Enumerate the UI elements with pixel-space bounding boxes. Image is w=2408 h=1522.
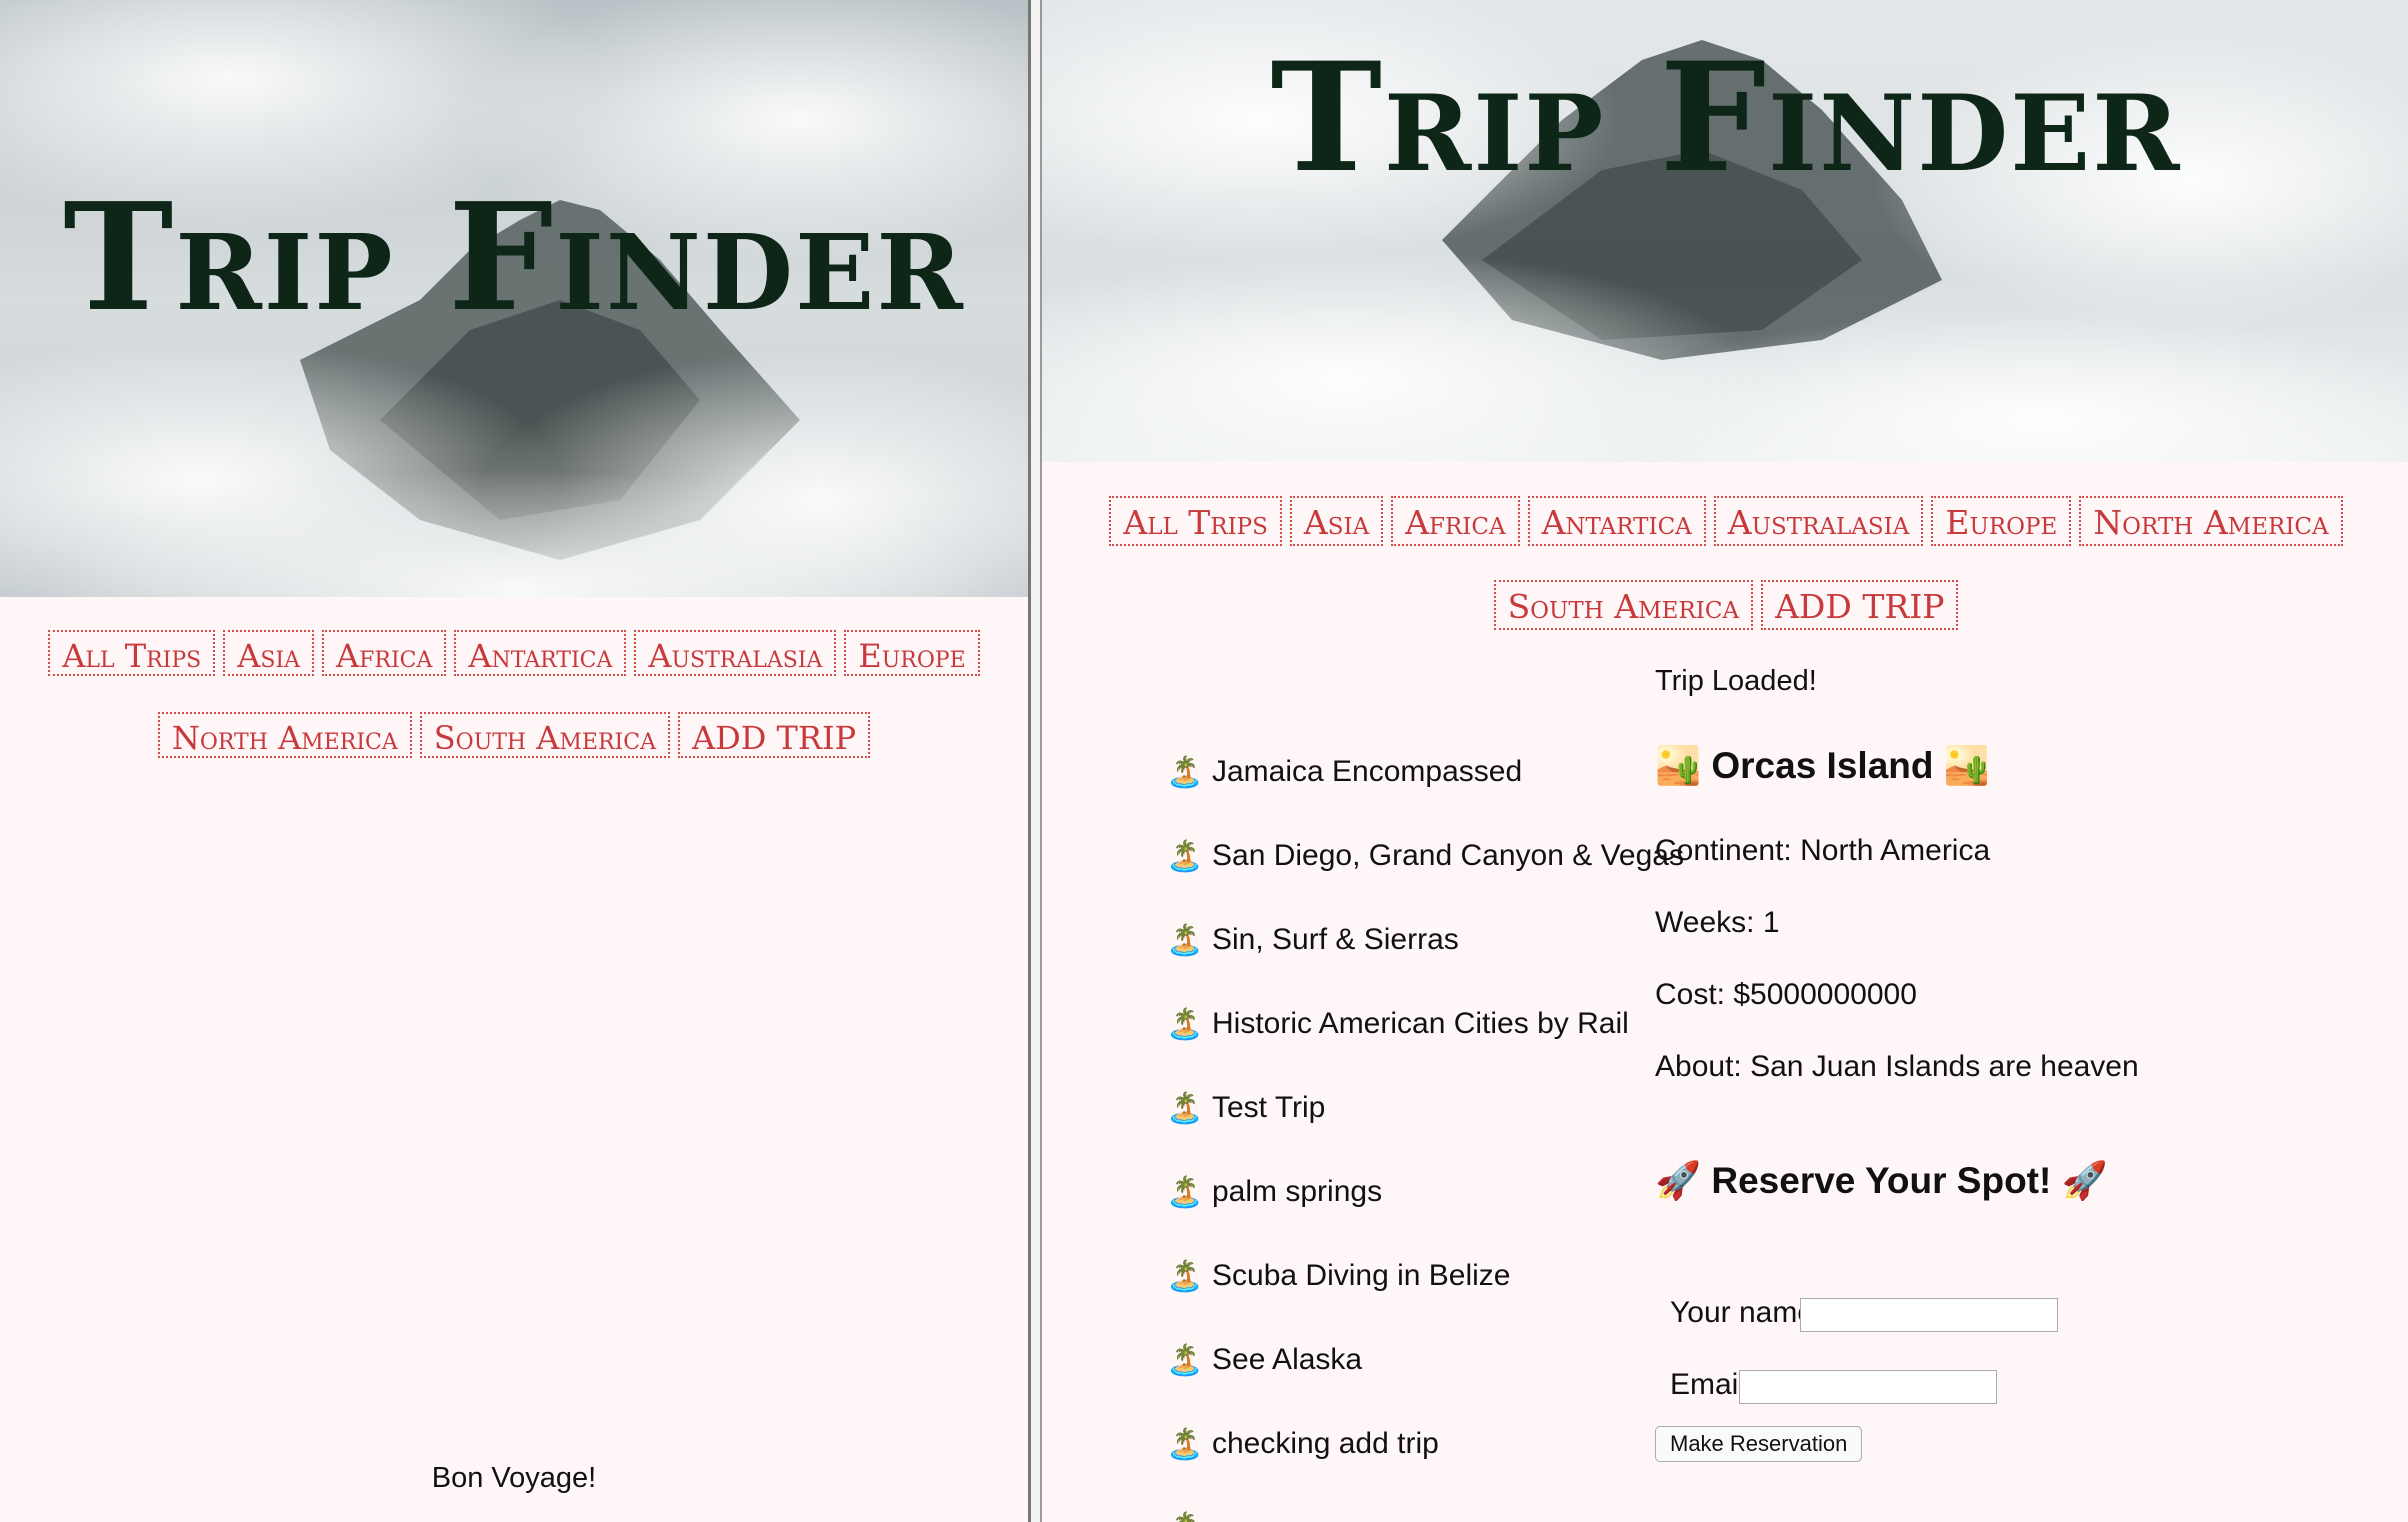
island-icon: 🏝️ — [1166, 840, 1204, 873]
trip-list-item[interactable]: 🏝️ Test Trip — [1166, 1091, 1684, 1175]
trip-list-item[interactable]: 🏝️ Sin, Surf & Sierras — [1166, 923, 1684, 1007]
nav-row-2: South America ADD TRIP — [1042, 580, 2408, 630]
nav-north-america[interactable]: North America — [157, 712, 412, 758]
trip-list: 🏝️ Jamaica Encompassed 🏝️ San Diego, Grand… — [1166, 755, 1684, 1522]
reserve-heading: 🚀 Reserve Your Spot! 🚀 — [1655, 1160, 2108, 1203]
page-title: Trip Finder — [1270, 30, 2182, 206]
nav-add-trip[interactable]: ADD TRIP — [677, 712, 871, 758]
trip-list-item[interactable]: 🏝️ — [1166, 1511, 1684, 1522]
right-window: Trip Finder All Trips Asia Africa Antartica… — [1040, 0, 2408, 1522]
island-icon: 🏝️ — [1166, 1176, 1204, 1209]
trip-list-item[interactable]: 🏝️ Jamaica Encompassed — [1166, 755, 1684, 839]
island-icon: 🏝️ — [1166, 1428, 1204, 1461]
island-icon: 🏝️ — [1166, 1344, 1204, 1377]
nav-asia[interactable]: Asia — [223, 630, 315, 676]
trip-title-text: Orcas Island — [1711, 745, 1934, 786]
email-label: Email — [1670, 1368, 1746, 1401]
category-nav: All Trips Asia Africa Antartica Australasia E… — [0, 630, 1028, 758]
category-nav: All Trips Asia Africa Antartica Australasia E… — [1042, 496, 2408, 630]
trip-list-item[interactable]: 🏝️ San Diego, Grand Canyon & Vegas — [1166, 839, 1684, 923]
trip-name: Test Trip — [1212, 1091, 1326, 1124]
trip-name: Historic American Cities by Rail — [1212, 1007, 1629, 1040]
trip-list-item[interactable]: 🏝️ checking add trip — [1166, 1427, 1684, 1511]
nav-africa[interactable]: Africa — [322, 630, 447, 676]
trip-name: Sin, Surf & Sierras — [1212, 923, 1459, 956]
page-title: Trip Finder — [63, 170, 965, 344]
trip-list-item[interactable]: 🏝️ Historic American Cities by Rail — [1166, 1007, 1684, 1091]
name-field[interactable] — [1800, 1298, 2058, 1332]
trip-list-item[interactable]: 🏝️ palm springs — [1166, 1175, 1684, 1259]
nav-add-trip[interactable]: ADD TRIP — [1761, 580, 1959, 630]
trip-about: About: San Juan Islands are heaven — [1655, 1050, 2139, 1083]
nav-europe[interactable]: Europe — [1931, 496, 2072, 546]
rocket-icon: 🚀 — [2061, 1160, 2108, 1201]
trip-name: palm springs — [1212, 1175, 1383, 1208]
status-message: Trip Loaded! — [1655, 665, 1817, 697]
trip-detail-title: 🏜️ Orcas Island 🏜️ — [1655, 745, 1990, 788]
nav-all-trips[interactable]: All Trips — [48, 630, 216, 676]
desert-icon: 🏜️ — [1655, 745, 1702, 786]
footer-text: Bon Voyage! — [431, 1462, 597, 1494]
island-icon: 🏝️ — [1166, 1008, 1204, 1041]
nav-europe[interactable]: Europe — [844, 630, 980, 676]
island-icon: 🏝️ — [1166, 756, 1204, 789]
rocket-icon: 🚀 — [1655, 1160, 1702, 1201]
trip-continent: Continent: North America — [1655, 834, 1991, 867]
nav-south-america[interactable]: South America — [419, 712, 670, 758]
trip-list-item[interactable]: 🏝️ See Alaska — [1166, 1343, 1684, 1427]
trip-name: Scuba Diving in Belize — [1212, 1259, 1511, 1292]
island-icon: 🏝️ — [1166, 924, 1204, 957]
nav-antartica[interactable]: Antartica — [1527, 496, 1706, 546]
email-field[interactable] — [1739, 1370, 1997, 1404]
trip-cost: Cost: $5000000000 — [1655, 978, 1917, 1011]
island-icon: 🏝️ — [1166, 1260, 1204, 1293]
island-icon: 🏝️ — [1166, 1092, 1204, 1125]
trip-name: Jamaica Encompassed — [1212, 755, 1523, 788]
make-reservation-button[interactable]: Make Reservation — [1655, 1426, 1863, 1462]
reserve-title-text: Reserve Your Spot! — [1711, 1160, 2052, 1201]
nav-row-1: All Trips Asia Africa Antartica Australasia E… — [0, 630, 1028, 676]
window-divider — [1031, 0, 1040, 1522]
desert-icon: 🏜️ — [1943, 745, 1990, 786]
nav-all-trips[interactable]: All Trips — [1109, 496, 1282, 546]
trip-name: San Diego, Grand Canyon & Vegas — [1212, 839, 1684, 872]
trip-name: See Alaska — [1212, 1343, 1363, 1376]
left-window: Trip Finder All Trips Asia Africa Antartica… — [0, 0, 1031, 1522]
nav-australasia[interactable]: Australasia — [634, 630, 837, 676]
hero-banner: Trip Finder — [0, 0, 1028, 597]
nav-row-1: All Trips Asia Africa Antartica Australasia E… — [1042, 496, 2408, 546]
island-icon: 🏝️ — [1166, 1511, 1212, 1522]
nav-africa[interactable]: Africa — [1391, 496, 1520, 546]
nav-asia[interactable]: Asia — [1289, 496, 1384, 546]
nav-australasia[interactable]: Australasia — [1713, 496, 1924, 546]
trip-name: checking add trip — [1212, 1427, 1439, 1460]
nav-row-2: North America South America ADD TRIP — [0, 712, 1028, 758]
nav-north-america[interactable]: North America — [2079, 496, 2343, 546]
nav-antartica[interactable]: Antartica — [454, 630, 627, 676]
trip-weeks: Weeks: 1 — [1655, 906, 1780, 939]
nav-south-america[interactable]: South America — [1493, 580, 1754, 630]
hero-banner: Trip Finder — [1042, 0, 2408, 462]
trip-list-item[interactable]: 🏝️ Scuba Diving in Belize — [1166, 1259, 1684, 1343]
